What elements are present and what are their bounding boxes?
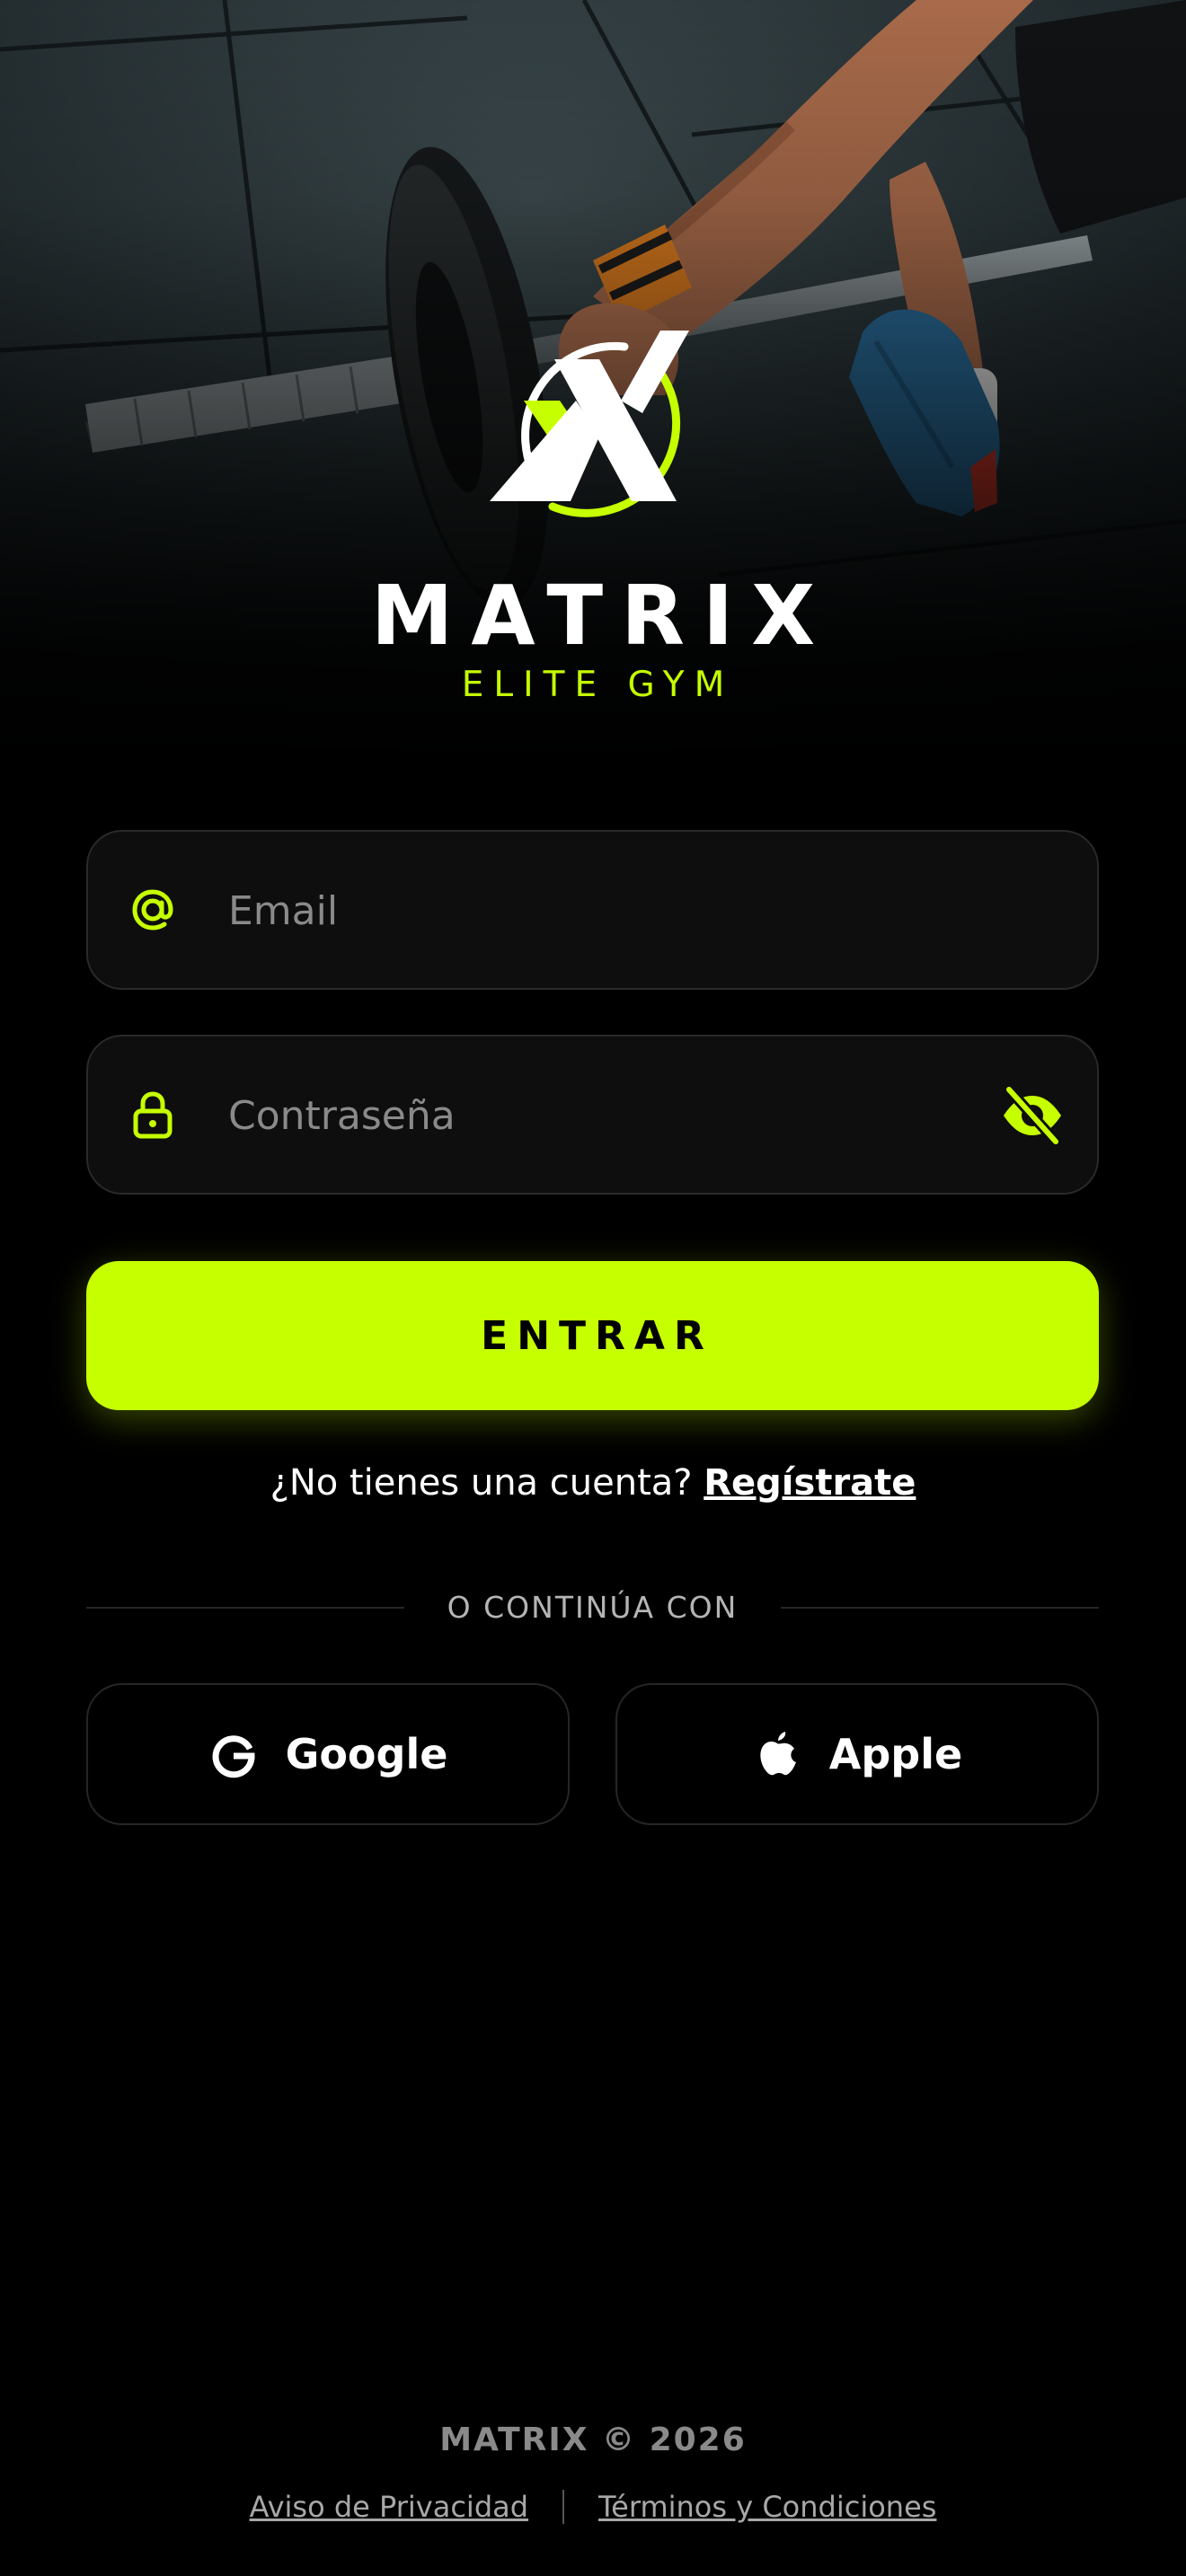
social-divider: O CONTINÚA CON: [86, 1581, 1099, 1635]
footer-separator: [562, 2490, 565, 2524]
brand-tagline: ELITE GYM: [461, 665, 735, 705]
email-input[interactable]: [228, 868, 947, 954]
terms-link[interactable]: Términos y Condiciones: [598, 2490, 936, 2524]
login-screen: MATRIX ELITE GYM ENTRAR ¿No tienes una c…: [0, 0, 1186, 2576]
apple-login-button[interactable]: Apple: [615, 1683, 1099, 1825]
at-icon: [132, 889, 173, 931]
divider-line-right: [781, 1607, 1099, 1609]
login-button[interactable]: ENTRAR: [86, 1261, 1099, 1410]
privacy-link[interactable]: Aviso de Privacidad: [250, 2490, 528, 2524]
divider-label: O CONTINÚA CON: [447, 1590, 739, 1625]
apple-icon: [760, 1732, 796, 1776]
password-input[interactable]: [228, 1072, 947, 1159]
signup-prompt: ¿No tienes una cuenta?: [270, 1462, 693, 1504]
apple-label: Apple: [828, 1730, 963, 1778]
google-icon: [212, 1735, 255, 1778]
email-field[interactable]: [86, 830, 1099, 990]
matrix-logo-icon: [490, 331, 689, 517]
google-label: Google: [285, 1730, 448, 1778]
signup-row: ¿No tienes una cuenta? Regístrate: [0, 1462, 1186, 1504]
footer-links: Aviso de Privacidad Términos y Condicion…: [0, 2490, 1186, 2524]
footer-copyright: MATRIX © 2026: [439, 2422, 747, 2458]
lock-icon: [133, 1091, 173, 1139]
brand-name: MATRIX: [370, 568, 834, 664]
signup-link[interactable]: Regístrate: [704, 1462, 916, 1504]
eye-slash-icon[interactable]: [1000, 1086, 1065, 1145]
divider-line-left: [86, 1607, 404, 1609]
google-login-button[interactable]: Google: [86, 1683, 570, 1825]
password-field[interactable]: [86, 1035, 1099, 1195]
